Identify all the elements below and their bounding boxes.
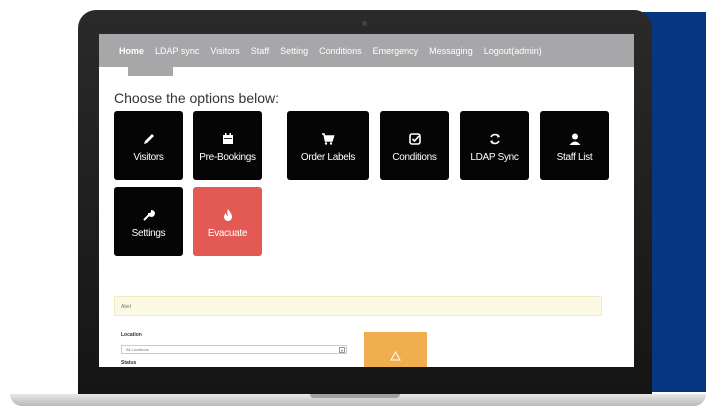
tile-pre-bookings[interactable]: Pre-Bookings bbox=[193, 111, 262, 180]
location-label: Location bbox=[121, 332, 142, 338]
chevron-down-icon: ▾ bbox=[339, 347, 345, 353]
app-screen: Home LDAP sync Visitors Staff Setting Co… bbox=[99, 34, 634, 367]
cart-icon bbox=[321, 129, 335, 149]
laptop-notch bbox=[310, 394, 400, 398]
calendar-icon bbox=[221, 129, 235, 149]
check-square-icon bbox=[408, 129, 422, 149]
alert-bar: Alert bbox=[114, 296, 602, 316]
tile-conditions[interactable]: Conditions bbox=[380, 111, 449, 180]
tile-label: Evacuate bbox=[207, 227, 248, 239]
page-heading: Choose the options below: bbox=[114, 90, 279, 106]
location-select[interactable]: All Locations ▾ bbox=[121, 345, 347, 354]
nav-visitors[interactable]: Visitors bbox=[210, 46, 239, 56]
top-navbar: Home LDAP sync Visitors Staff Setting Co… bbox=[99, 34, 634, 67]
warning-panel bbox=[364, 332, 427, 367]
fire-icon bbox=[221, 205, 235, 225]
tile-label: Staff List bbox=[556, 151, 593, 163]
status-label: Status bbox=[121, 360, 137, 366]
tile-label: Order Labels bbox=[300, 151, 356, 163]
warning-icon bbox=[390, 350, 401, 361]
location-select-value: All Locations bbox=[126, 347, 149, 352]
sync-icon bbox=[488, 129, 502, 149]
wrench-icon bbox=[142, 205, 156, 225]
pencil-icon bbox=[142, 129, 156, 149]
tile-label: Visitors bbox=[133, 151, 164, 163]
tile-label: Settings bbox=[131, 227, 166, 239]
tile-settings[interactable]: Settings bbox=[114, 187, 183, 256]
tile-staff-list[interactable]: Staff List bbox=[540, 111, 609, 180]
active-nav-indicator bbox=[128, 67, 173, 76]
nav-logout[interactable]: Logout(admin) bbox=[484, 46, 542, 56]
tile-label: LDAP Sync bbox=[470, 151, 519, 163]
tile-order-labels[interactable]: Order Labels bbox=[287, 111, 369, 180]
nav-messaging[interactable]: Messaging bbox=[429, 46, 473, 56]
tile-ldap-sync[interactable]: LDAP Sync bbox=[460, 111, 529, 180]
nav-emergency[interactable]: Emergency bbox=[373, 46, 419, 56]
nav-conditions[interactable]: Conditions bbox=[319, 46, 362, 56]
tile-label: Conditions bbox=[392, 151, 437, 163]
tile-visitors[interactable]: Visitors bbox=[114, 111, 183, 180]
tile-label: Pre-Bookings bbox=[199, 151, 256, 163]
nav-ldap-sync[interactable]: LDAP sync bbox=[155, 46, 199, 56]
webcam bbox=[362, 21, 367, 26]
user-icon bbox=[568, 129, 582, 149]
tile-evacuate[interactable]: Evacuate bbox=[193, 187, 262, 256]
nav-setting[interactable]: Setting bbox=[280, 46, 308, 56]
nav-home[interactable]: Home bbox=[119, 46, 144, 56]
nav-staff[interactable]: Staff bbox=[251, 46, 269, 56]
